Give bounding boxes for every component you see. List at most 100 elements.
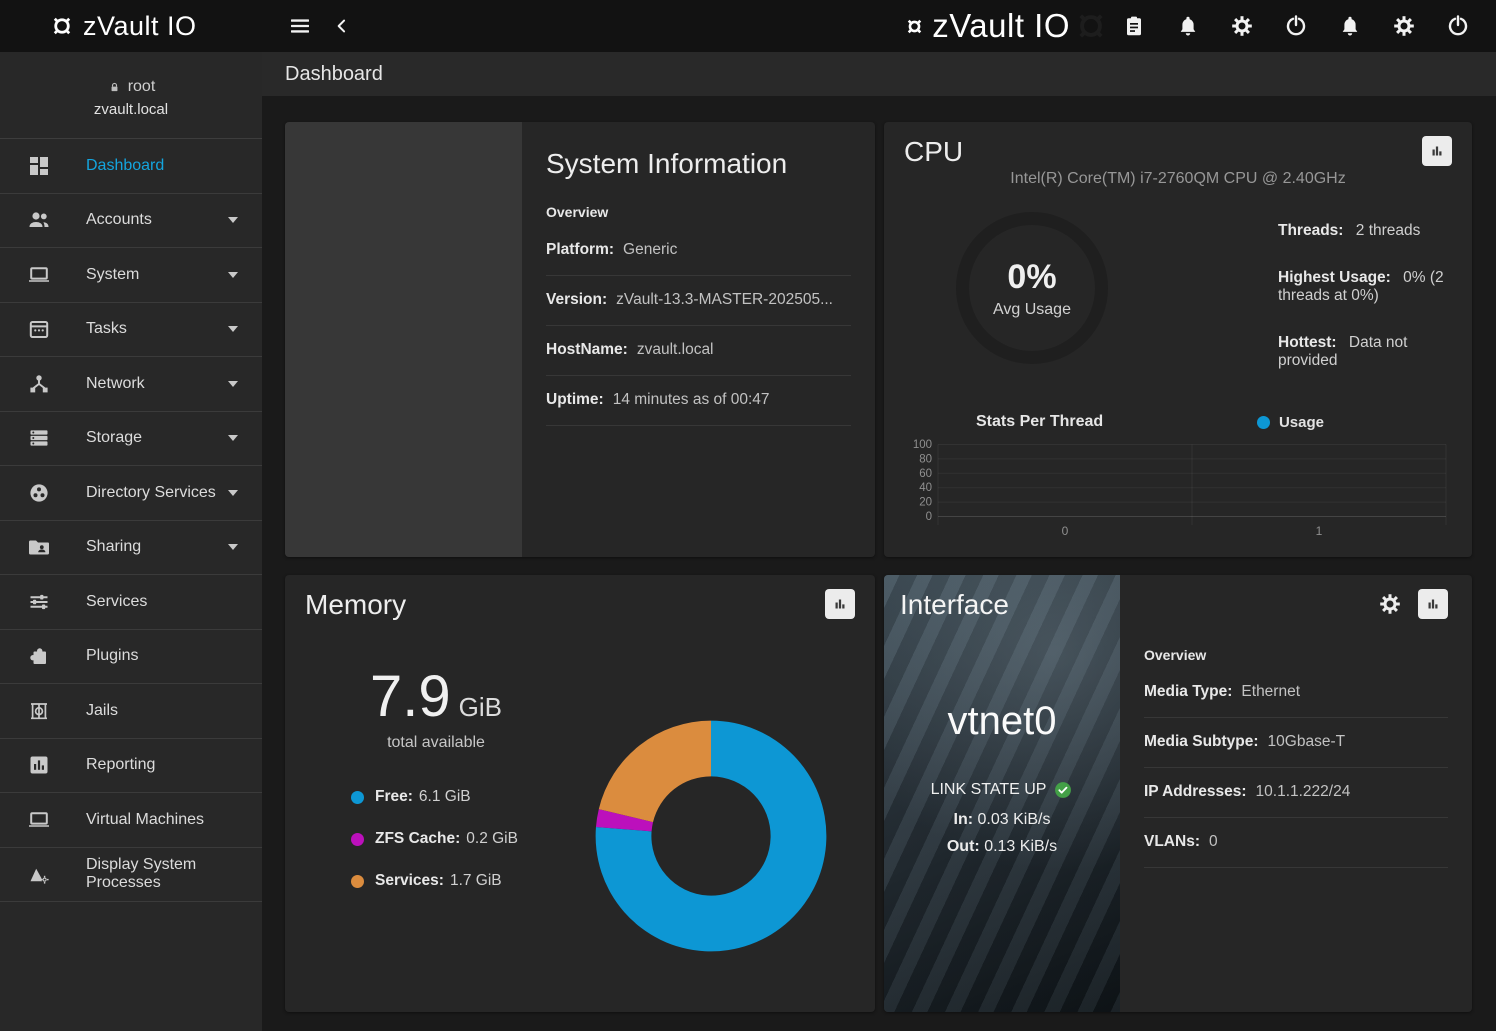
row-label: Hottest: [1278,334,1337,351]
cpu-legend-label: Usage [1279,414,1324,431]
legend-dot-icon [351,875,364,888]
network-icon [27,372,51,396]
info-row: VLANs: 0 [1144,818,1448,868]
svg-text:80: 80 [919,453,932,465]
sidebar-item-label: Tasks [86,320,127,338]
svg-text:40: 40 [919,482,932,494]
sidebar-item-network[interactable]: Network [0,357,262,412]
system-image-panel [285,122,522,557]
interface-chart-toggle-button[interactable] [1418,589,1448,619]
sidebar-item-storage[interactable]: Storage [0,412,262,467]
memory-total-label: total available [305,734,567,752]
info-row: Version: zVault-13.3-MASTER-202505... [546,276,851,326]
info-row: IP Addresses: 10.1.1.222/24 [1144,768,1448,818]
sidebar-item-system[interactable]: System [0,248,262,303]
info-row: HostName: zvault.local [546,326,851,376]
memory-total-unit: GiB [459,692,502,723]
row-label: Version: [546,291,607,309]
dashboard-icon [27,154,51,178]
cpu-avg-usage-label: Avg Usage [993,301,1071,319]
sliders-icon [27,590,51,614]
sidebar-item-sharing[interactable]: Sharing [0,521,262,576]
gear-icon [1392,14,1416,38]
in-value: 0.03 KiB/s [978,811,1051,828]
system-information-card: System Information Overview Platform: Ge… [285,122,875,557]
sidebar-item-label: Virtual Machines [86,811,204,829]
power-button[interactable] [1284,14,1308,38]
cpu-chart-heading: Stats Per Thread [976,413,1103,431]
row-label: Highest Usage: [1278,269,1391,286]
logged-in-user: root [128,78,156,96]
power-button-2[interactable] [1446,14,1470,38]
chevron-left-icon [332,16,352,36]
svg-text:60: 60 [919,468,932,480]
donut-slice-services [599,721,711,822]
menu-toggle-button[interactable] [288,14,312,38]
section-heading: Overview [546,204,851,220]
in-label: In: [954,811,974,828]
interface-settings-button[interactable] [1378,592,1402,616]
hamburger-icon [288,14,312,38]
main-content: Dashboard System Information Overview Pl… [262,52,1496,1031]
settings-button-2[interactable] [1392,14,1416,38]
processes-icon [27,862,51,886]
cpu-chart-toggle-button[interactable] [1422,136,1452,166]
out-label: Out: [947,838,980,855]
legend-value: 0.2 GiB [466,830,518,848]
chevron-down-icon [228,381,238,387]
row-label: Uptime: [546,391,604,409]
sidebar-item-label: Jails [86,702,118,720]
sidebar-item-plugins[interactable]: Plugins [0,630,262,685]
laptop-icon [27,808,51,832]
sidebar-item-directory-services[interactable]: Directory Services [0,466,262,521]
interface-image-panel: Interface vtnet0 LINK STATE UP In: 0.03 … [884,575,1120,1012]
memory-chart-toggle-button[interactable] [825,589,855,619]
shared-folder-icon [27,535,51,559]
card-title: Interface [900,589,1104,621]
row-value: 0 [1209,833,1218,851]
row-value: 2 threads [1356,222,1421,239]
legend-dot-icon [1257,416,1270,429]
memory-legend: Free: 6.1 GiB ZFS Cache: 0.2 GiB [351,788,567,890]
settings-button[interactable] [1230,14,1254,38]
legend-label: Services: [375,872,444,890]
sidebar-item-tasks[interactable]: Tasks [0,303,262,358]
brand-name: zVault IO [83,11,197,42]
bell-icon [1176,14,1200,38]
cpu-legend: Usage [1257,414,1324,431]
interface-card: Interface vtnet0 LINK STATE UP In: 0.03 … [884,575,1472,1012]
cpu-threads-chart: 100 80 60 40 20 0 [904,437,1452,542]
directory-services-icon [27,481,51,505]
tasks-manager-button[interactable] [1122,14,1146,38]
chevron-down-icon [228,435,238,441]
row-label: IP Addresses: [1144,783,1247,801]
sidebar-item-display-system-processes[interactable]: Display System Processes [0,848,262,903]
sidebar-item-reporting[interactable]: Reporting [0,739,262,794]
alerts-button-2[interactable] [1338,14,1362,38]
breadcrumb[interactable]: Dashboard [285,63,383,86]
row-label: HostName: [546,341,628,359]
brand-mini-logo-icon [905,17,924,36]
legend-item: Free: 6.1 GiB [351,788,567,806]
lock-icon [107,80,122,95]
sidebar: root zvault.local Dashboard Accounts [0,52,262,1031]
sidebar-item-label: Plugins [86,647,138,665]
card-title: CPU [904,136,963,168]
topbar-icons [1108,14,1496,38]
bar-chart-icon [1424,595,1442,613]
sidebar-item-services[interactable]: Services [0,575,262,630]
sidebar-item-accounts[interactable]: Accounts [0,194,262,249]
legend-value: 1.7 GiB [450,872,502,890]
sidebar-item-label: Directory Services [86,484,216,502]
hostname: zvault.local [0,101,262,118]
back-button[interactable] [332,16,352,36]
sidebar-item-virtual-machines[interactable]: Virtual Machines [0,793,262,848]
brand-center: zVault IO [905,7,1108,45]
alerts-button[interactable] [1176,14,1200,38]
sidebar-item-dashboard[interactable]: Dashboard [0,139,262,194]
section-heading: Overview [1144,647,1448,663]
sidebar-item-label: Services [86,593,147,611]
power-icon [1446,14,1470,38]
sidebar-item-jails[interactable]: Jails [0,684,262,739]
cpu-usage-gauge: 0% Avg Usage [956,212,1108,364]
